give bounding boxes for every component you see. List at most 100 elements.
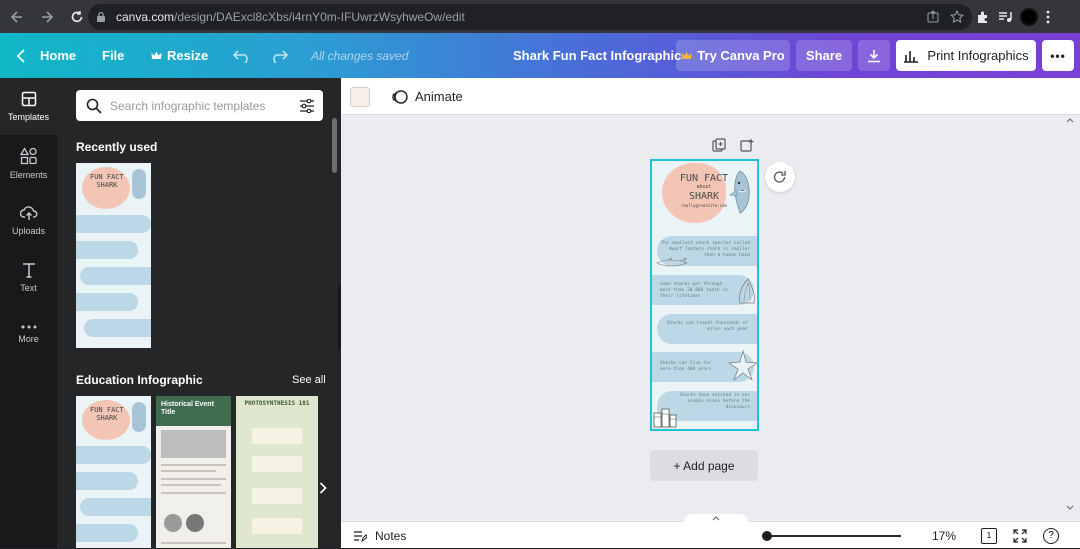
text-icon [22, 263, 35, 278]
card [252, 456, 302, 472]
see-all-link[interactable]: See all [292, 374, 326, 386]
more-label: ••• [1050, 48, 1066, 63]
fullscreen-icon[interactable] [1013, 528, 1027, 543]
puzzle-extension-icon[interactable] [976, 10, 990, 24]
thumb-title: FUN FACT SHARK [90, 406, 124, 422]
fact-blob [76, 293, 138, 311]
card [252, 518, 302, 534]
rail-item-elements[interactable]: Elements [0, 135, 57, 192]
media-playlist-icon[interactable] [998, 10, 1012, 24]
cans-sketch-icon [653, 408, 677, 428]
forward-button[interactable] [34, 4, 60, 30]
share-page-icon[interactable] [926, 10, 940, 24]
filter-sliders-icon[interactable] [299, 98, 315, 113]
text-line [161, 470, 216, 472]
url-text: canva.com/design/DAExcl8cXbs/i4rnY0m-IFU… [116, 10, 465, 24]
page-count: 1 [986, 531, 992, 540]
add-page-button[interactable]: + Add page [650, 450, 758, 481]
chevron-left-icon [16, 48, 25, 63]
panel-scrollbar[interactable] [332, 118, 337, 173]
help-button[interactable]: ? [1043, 527, 1059, 544]
rail-item-more[interactable]: More [0, 306, 57, 363]
editor-bottom-bar: Notes 17% 1 ? [341, 514, 1080, 549]
thumb-title-line1: FUN FACT [90, 173, 124, 181]
editor-header: Home File Resize All changes saved Shark… [0, 33, 1080, 78]
browser-menu-icon[interactable] [1046, 10, 1050, 24]
side-navigation: Templates Elements Uploads Text More [0, 78, 57, 548]
zoom-slider-track[interactable] [765, 535, 901, 537]
page-count-button[interactable]: 1 [981, 527, 997, 544]
templates-panel: Search infographic templates Recently us… [57, 78, 341, 548]
show-pages-tab[interactable] [684, 514, 748, 523]
thumb-title: Historical Event Title [161, 401, 214, 416]
template-thumbnail-photosynthesis[interactable]: PHOTOSYNTHESIS 101 [236, 396, 318, 548]
shell-sketch-icon [739, 278, 755, 304]
shark-illustration [132, 402, 146, 432]
print-infographics-button[interactable]: Print Infographics [896, 40, 1036, 71]
add-page-icon[interactable] [740, 138, 754, 152]
fact-blob [84, 319, 151, 337]
education-infographic-heading: Education Infographic [76, 373, 203, 387]
recent-template-thumbnail[interactable]: FUN FACT SHARK [76, 163, 151, 348]
share-button[interactable]: Share [796, 40, 852, 71]
notes-label: Notes [375, 528, 407, 543]
fact-text: Sharks have existed in our oceans since … [679, 393, 750, 410]
download-button[interactable] [858, 40, 890, 71]
home-button[interactable]: Home [16, 33, 76, 78]
fact-text: Sharks can travel thousands of miles eac… [666, 321, 748, 332]
profile-avatar[interactable] [1020, 7, 1038, 26]
bottom-bar-controls: 1 ? [981, 522, 1059, 549]
crown-icon [151, 51, 162, 59]
arrow-left-icon [10, 10, 22, 23]
file-label: File [102, 48, 125, 63]
more-options-button[interactable]: ••• [1042, 40, 1074, 71]
print-label: Print Infographics [927, 48, 1029, 63]
rail-label: Templates [7, 112, 50, 122]
redo-icon [273, 49, 288, 63]
design-title[interactable]: Shark Fun Fact Infographic [513, 33, 681, 78]
try-pro-label: Try Canva Pro [697, 48, 785, 63]
try-canva-pro-button[interactable]: Try Canva Pro [676, 40, 790, 71]
duplicate-page-icon[interactable] [712, 138, 726, 152]
dots-icon [21, 325, 36, 329]
template-thumbnail-shark[interactable]: FUN FACT SHARK [76, 396, 151, 548]
zoom-slider-knob[interactable] [762, 531, 772, 541]
rail-item-text[interactable]: Text [0, 249, 57, 306]
thumb-title-line2: SHARK [96, 414, 118, 422]
background-color-swatch[interactable] [350, 87, 370, 107]
search-icon [86, 98, 102, 114]
url-path: /design/DAExcl8cXbs/i4rnY0m-IFUwrzWsyhwe… [174, 10, 465, 24]
rail-item-templates[interactable]: Templates [0, 78, 57, 135]
animate-button[interactable]: Animate [391, 78, 463, 115]
rail-label: More [18, 334, 39, 344]
context-toolbar: Animate [341, 78, 1080, 115]
rail-label: Text [20, 283, 37, 293]
reload-icon [71, 10, 83, 22]
help-icon: ? [1048, 530, 1054, 541]
redo-button[interactable] [270, 33, 288, 78]
file-menu-button[interactable]: File [102, 33, 124, 78]
notes-button[interactable]: Notes [353, 522, 406, 549]
template-search-input[interactable]: Search infographic templates [76, 90, 323, 121]
back-button[interactable] [4, 4, 30, 30]
canvas-scrollbar[interactable] [1066, 118, 1074, 510]
undo-button[interactable] [233, 33, 251, 78]
template-thumbnail-historical[interactable]: Historical Event Title [156, 396, 231, 548]
star-icon[interactable] [950, 10, 964, 24]
home-label: Home [40, 48, 77, 63]
fact-blob [76, 524, 138, 542]
fact-blob [76, 446, 151, 464]
address-bar[interactable]: canva.com/design/DAExcl8cXbs/i4rnY0m-IFU… [88, 4, 972, 30]
rail-item-uploads[interactable]: Uploads [0, 192, 57, 249]
animate-icon [392, 89, 408, 104]
zoom-percentage[interactable]: 17% [932, 522, 956, 549]
resize-button[interactable]: Resize [151, 33, 208, 78]
design-page[interactable]: FUN FACT about SHARK reallygreatsite.com… [650, 159, 759, 431]
reload-button[interactable] [64, 4, 90, 30]
carousel-next-button[interactable] [311, 476, 335, 500]
refresh-design-button[interactable] [765, 162, 795, 192]
crown-icon [681, 51, 692, 59]
fact-blob [76, 472, 138, 490]
thumb-title-line2: SHARK [96, 181, 118, 189]
thumb-title: FUN FACT SHARK [90, 173, 124, 189]
